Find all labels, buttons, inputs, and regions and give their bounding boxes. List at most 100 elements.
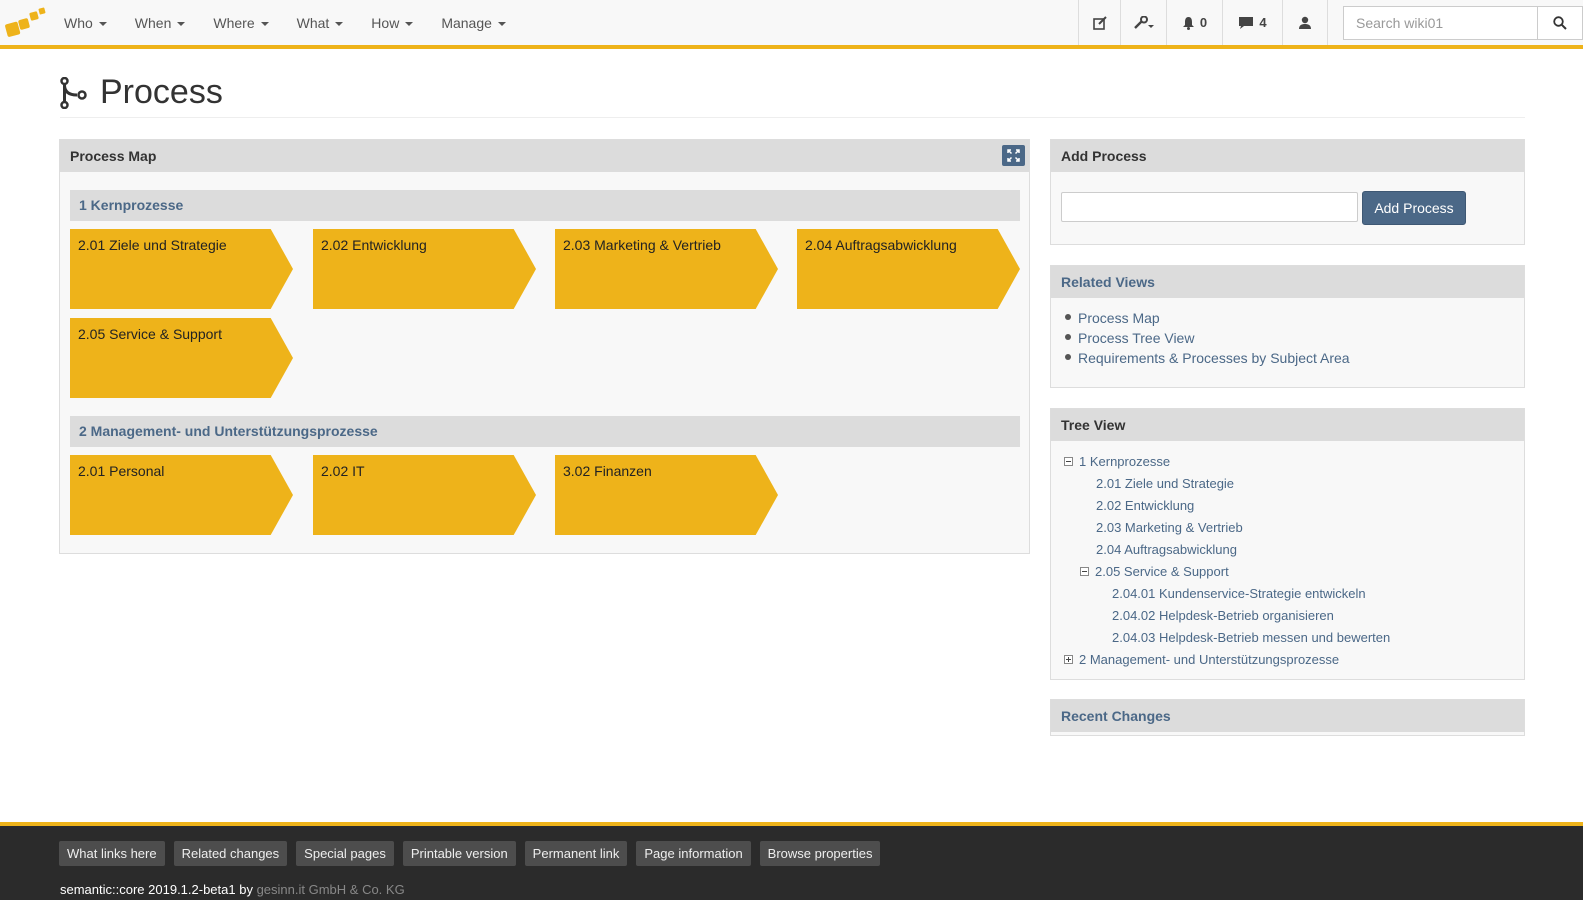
search-input[interactable] — [1343, 6, 1537, 40]
caret-down-icon — [335, 22, 344, 27]
tree-view-panel: Tree View 1 Kernprozesse 2.01 Ziele und … — [1050, 408, 1525, 680]
process-chevron[interactable]: 2.03 Marketing & Vertrieb — [555, 229, 778, 309]
collapse-icon[interactable] — [1080, 567, 1089, 577]
process-chevron[interactable]: 2.01 Personal — [70, 455, 293, 535]
menu-what[interactable]: What — [283, 0, 358, 45]
tools-button[interactable] — [1120, 0, 1166, 45]
caret-down-icon — [177, 22, 186, 27]
tree-node: 2.04 Auftragsabwicklung — [1096, 542, 1237, 558]
tree-node-label[interactable]: 2.02 Entwicklung — [1096, 498, 1194, 513]
credit-company-link[interactable]: gesinn.it GmbH & Co. KG — [257, 882, 405, 897]
user-menu-button[interactable] — [1282, 0, 1328, 45]
tree-node: 2.03 Marketing & Vertrieb — [1096, 520, 1243, 536]
page-title: Process — [100, 73, 223, 111]
footer-link-printable-version[interactable]: Printable version — [402, 841, 516, 866]
search-button[interactable] — [1537, 6, 1583, 40]
tree-node-label[interactable]: 2.04.01 Kundenservice-Strategie entwicke… — [1112, 586, 1366, 601]
collapse-icon[interactable] — [1064, 457, 1073, 467]
bullet-icon — [1065, 354, 1071, 361]
process-chevron[interactable]: 3.02 Finanzen — [555, 455, 778, 535]
footer-link-permanent-link[interactable]: Permanent link — [524, 841, 628, 866]
top-navbar: Who When Where What How Manage 0 4 — [0, 0, 1583, 49]
edit-icon — [1092, 15, 1107, 30]
list-item: Requirements & Processes by Subject Area — [1065, 348, 1524, 368]
caret-down-icon — [98, 22, 107, 27]
edit-button[interactable] — [1078, 0, 1120, 45]
add-process-panel: Add Process Add Process — [1050, 139, 1525, 245]
menu-when[interactable]: When — [121, 0, 200, 45]
tree-node: 2.04.03 Helpdesk-Betrieb messen und bewe… — [1112, 630, 1390, 646]
page-header: Process — [60, 68, 1525, 118]
footer-links: What links here Related changes Special … — [59, 841, 889, 866]
tree-view-heading: Tree View — [1051, 409, 1524, 441]
process-chevron[interactable]: 2.05 Service & Support — [70, 318, 293, 398]
process-name-input[interactable] — [1061, 192, 1358, 222]
caret-down-icon — [260, 22, 269, 27]
add-process-button[interactable]: Add Process — [1362, 191, 1466, 225]
comment-icon — [1239, 16, 1254, 29]
logo-icon[interactable] — [4, 6, 48, 40]
messages-button[interactable]: 4 — [1222, 0, 1282, 45]
tree-node-label[interactable]: 2.04 Auftragsabwicklung — [1096, 542, 1237, 557]
menu-who[interactable]: Who — [50, 0, 121, 45]
related-view-link[interactable]: Process Map — [1078, 310, 1160, 326]
tree-node-label[interactable]: 2 Management- und Unterstützungsprozesse — [1079, 652, 1339, 667]
menu-how[interactable]: How — [357, 0, 427, 45]
list-item: Process Tree View — [1065, 328, 1524, 348]
footer-link-browse-properties[interactable]: Browse properties — [759, 841, 881, 866]
notifications-count: 0 — [1199, 15, 1208, 30]
process-map-panel: Process Map 1 Kernprozesse 2.01 Ziele un… — [59, 139, 1030, 554]
tree-node: 2.01 Ziele und Strategie — [1096, 476, 1234, 492]
nav-tools: 0 4 — [1078, 0, 1328, 45]
process-chevron[interactable]: 2.04 Auftragsabwicklung — [797, 229, 1020, 309]
related-views-heading[interactable]: Related Views — [1051, 266, 1524, 298]
tree-node-label[interactable]: 2.05 Service & Support — [1095, 564, 1229, 579]
recent-changes-heading[interactable]: Recent Changes — [1051, 700, 1524, 732]
menu-manage[interactable]: Manage — [427, 0, 520, 45]
menu-where-label: Where — [213, 15, 255, 31]
tree-node-label[interactable]: 2.01 Ziele und Strategie — [1096, 476, 1234, 491]
notifications-button[interactable]: 0 — [1166, 0, 1222, 45]
menu-what-label: What — [296, 15, 330, 31]
section-kernprozesse[interactable]: 1 Kernprozesse — [70, 190, 1020, 221]
menu-when-label: When — [134, 15, 172, 31]
footer-link-special-pages[interactable]: Special pages — [296, 841, 394, 866]
menu-how-label: How — [371, 15, 400, 31]
menu-where[interactable]: Where — [199, 0, 282, 45]
process-chevron[interactable]: 2.01 Ziele und Strategie — [70, 229, 293, 309]
tree-node: 2 Management- und Unterstützungsprozesse — [1064, 652, 1339, 668]
footer: What links here Related changes Special … — [0, 822, 1583, 900]
process-chevron[interactable]: 2.02 Entwicklung — [313, 229, 536, 309]
bullet-icon — [1065, 314, 1071, 321]
tree-node-label[interactable]: 1 Kernprozesse — [1079, 454, 1170, 469]
recent-changes-panel: Recent Changes — [1050, 699, 1525, 736]
add-process-heading: Add Process — [1051, 140, 1524, 172]
tree-node: 2.02 Entwicklung — [1096, 498, 1194, 514]
related-view-link[interactable]: Process Tree View — [1078, 330, 1194, 346]
process-map-title: Process Map — [70, 148, 157, 164]
related-views-panel: Related Views Process Map Process Tree V… — [1050, 265, 1525, 388]
tree-node: 1 Kernprozesse — [1064, 454, 1170, 470]
expand-button[interactable] — [1002, 145, 1025, 166]
tree-node-label[interactable]: 2.03 Marketing & Vertrieb — [1096, 520, 1243, 535]
footer-credit: semantic::core 2019.1.2-beta1 by gesinn.… — [60, 882, 405, 897]
footer-link-what-links-here[interactable]: What links here — [59, 841, 165, 866]
footer-link-page-information[interactable]: Page information — [636, 841, 751, 866]
credit-text: semantic::core 2019.1.2-beta1 by — [60, 882, 253, 897]
menu-who-label: Who — [64, 15, 93, 31]
tree-node: 2.05 Service & Support — [1080, 564, 1229, 580]
footer-link-related-changes[interactable]: Related changes — [173, 841, 288, 866]
wrench-icon — [1133, 15, 1154, 29]
section-management[interactable]: 2 Management- und Unterstützungsprozesse — [70, 416, 1020, 447]
related-view-link[interactable]: Requirements & Processes by Subject Area — [1078, 350, 1350, 366]
search-icon — [1553, 16, 1567, 30]
tree-node-label[interactable]: 2.04.02 Helpdesk-Betrieb organisieren — [1112, 608, 1334, 623]
caret-down-icon — [497, 22, 506, 27]
related-views-list: Process Map Process Tree View Requiremen… — [1051, 298, 1524, 368]
expand-node-icon[interactable] — [1064, 655, 1073, 665]
expand-icon — [1007, 149, 1020, 162]
process-chevron[interactable]: 2.02 IT — [313, 455, 536, 535]
tree-node-label[interactable]: 2.04.03 Helpdesk-Betrieb messen und bewe… — [1112, 630, 1390, 645]
messages-count: 4 — [1259, 15, 1267, 30]
main-menu: Who When Where What How Manage — [50, 0, 520, 45]
